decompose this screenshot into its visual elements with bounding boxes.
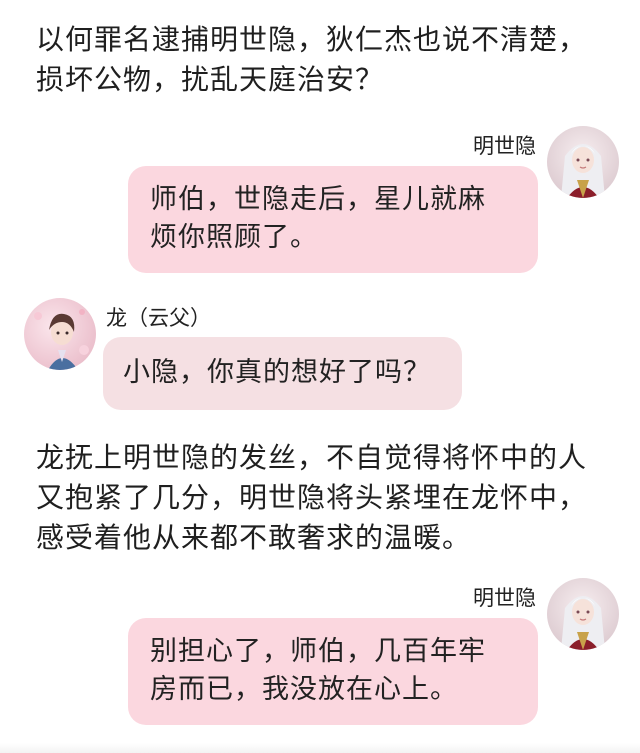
dark-haired-character-avatar[interactable] xyxy=(24,298,96,370)
white-haired-character-avatar[interactable] xyxy=(547,578,619,650)
bubble-line: 小隐，你真的想好了吗？ xyxy=(123,357,431,388)
speaker-name: 明世隐 xyxy=(473,586,536,610)
bubble-line: 房而已，我没放在心上。 xyxy=(150,674,458,705)
speaker-name: 龙（云父） xyxy=(106,306,211,330)
chat-bubble: 小隐，你真的想好了吗？ xyxy=(103,337,462,410)
bubble-line: 烦你照顾了。 xyxy=(150,222,318,253)
white-haired-character-avatar[interactable] xyxy=(547,126,619,198)
narration-line: 龙抚上明世隐的发丝，不自觉得将怀中的人 xyxy=(36,441,588,474)
chat-bubble: 别担心了，师伯，几百年牢 房而已，我没放在心上。 xyxy=(128,618,538,725)
white-haired-character-avatar-icon xyxy=(547,126,619,198)
narration-paragraph: 以何罪名逮捕明世隐，狄仁杰也说不清楚， 损坏公物，扰乱天庭治安？ xyxy=(36,20,616,100)
bubble-line: 师伯，世隐走后，星儿就麻 xyxy=(150,184,486,215)
dark-haired-character-avatar-icon xyxy=(24,298,96,370)
narration-line: 以何罪名逮捕明世隐，狄仁杰也说不清楚， xyxy=(36,23,588,56)
white-haired-character-avatar-icon xyxy=(547,578,619,650)
narration-line: 感受着他从来都不敢奢求的温暖。 xyxy=(36,521,472,554)
narration-line: 又抱紧了几分，明世隐将头紧埋在龙怀中， xyxy=(36,481,588,514)
bottom-edge xyxy=(0,743,640,753)
bubble-line: 别担心了，师伯，几百年牢 xyxy=(150,636,486,667)
narration-line: 损坏公物，扰乱天庭治安？ xyxy=(36,63,385,96)
speaker-name: 明世隐 xyxy=(473,134,536,158)
narration-paragraph: 龙抚上明世隐的发丝，不自觉得将怀中的人 又抱紧了几分，明世隐将头紧埋在龙怀中， … xyxy=(36,438,616,558)
chat-bubble: 师伯，世隐走后，星儿就麻 烦你照顾了。 xyxy=(128,166,538,273)
